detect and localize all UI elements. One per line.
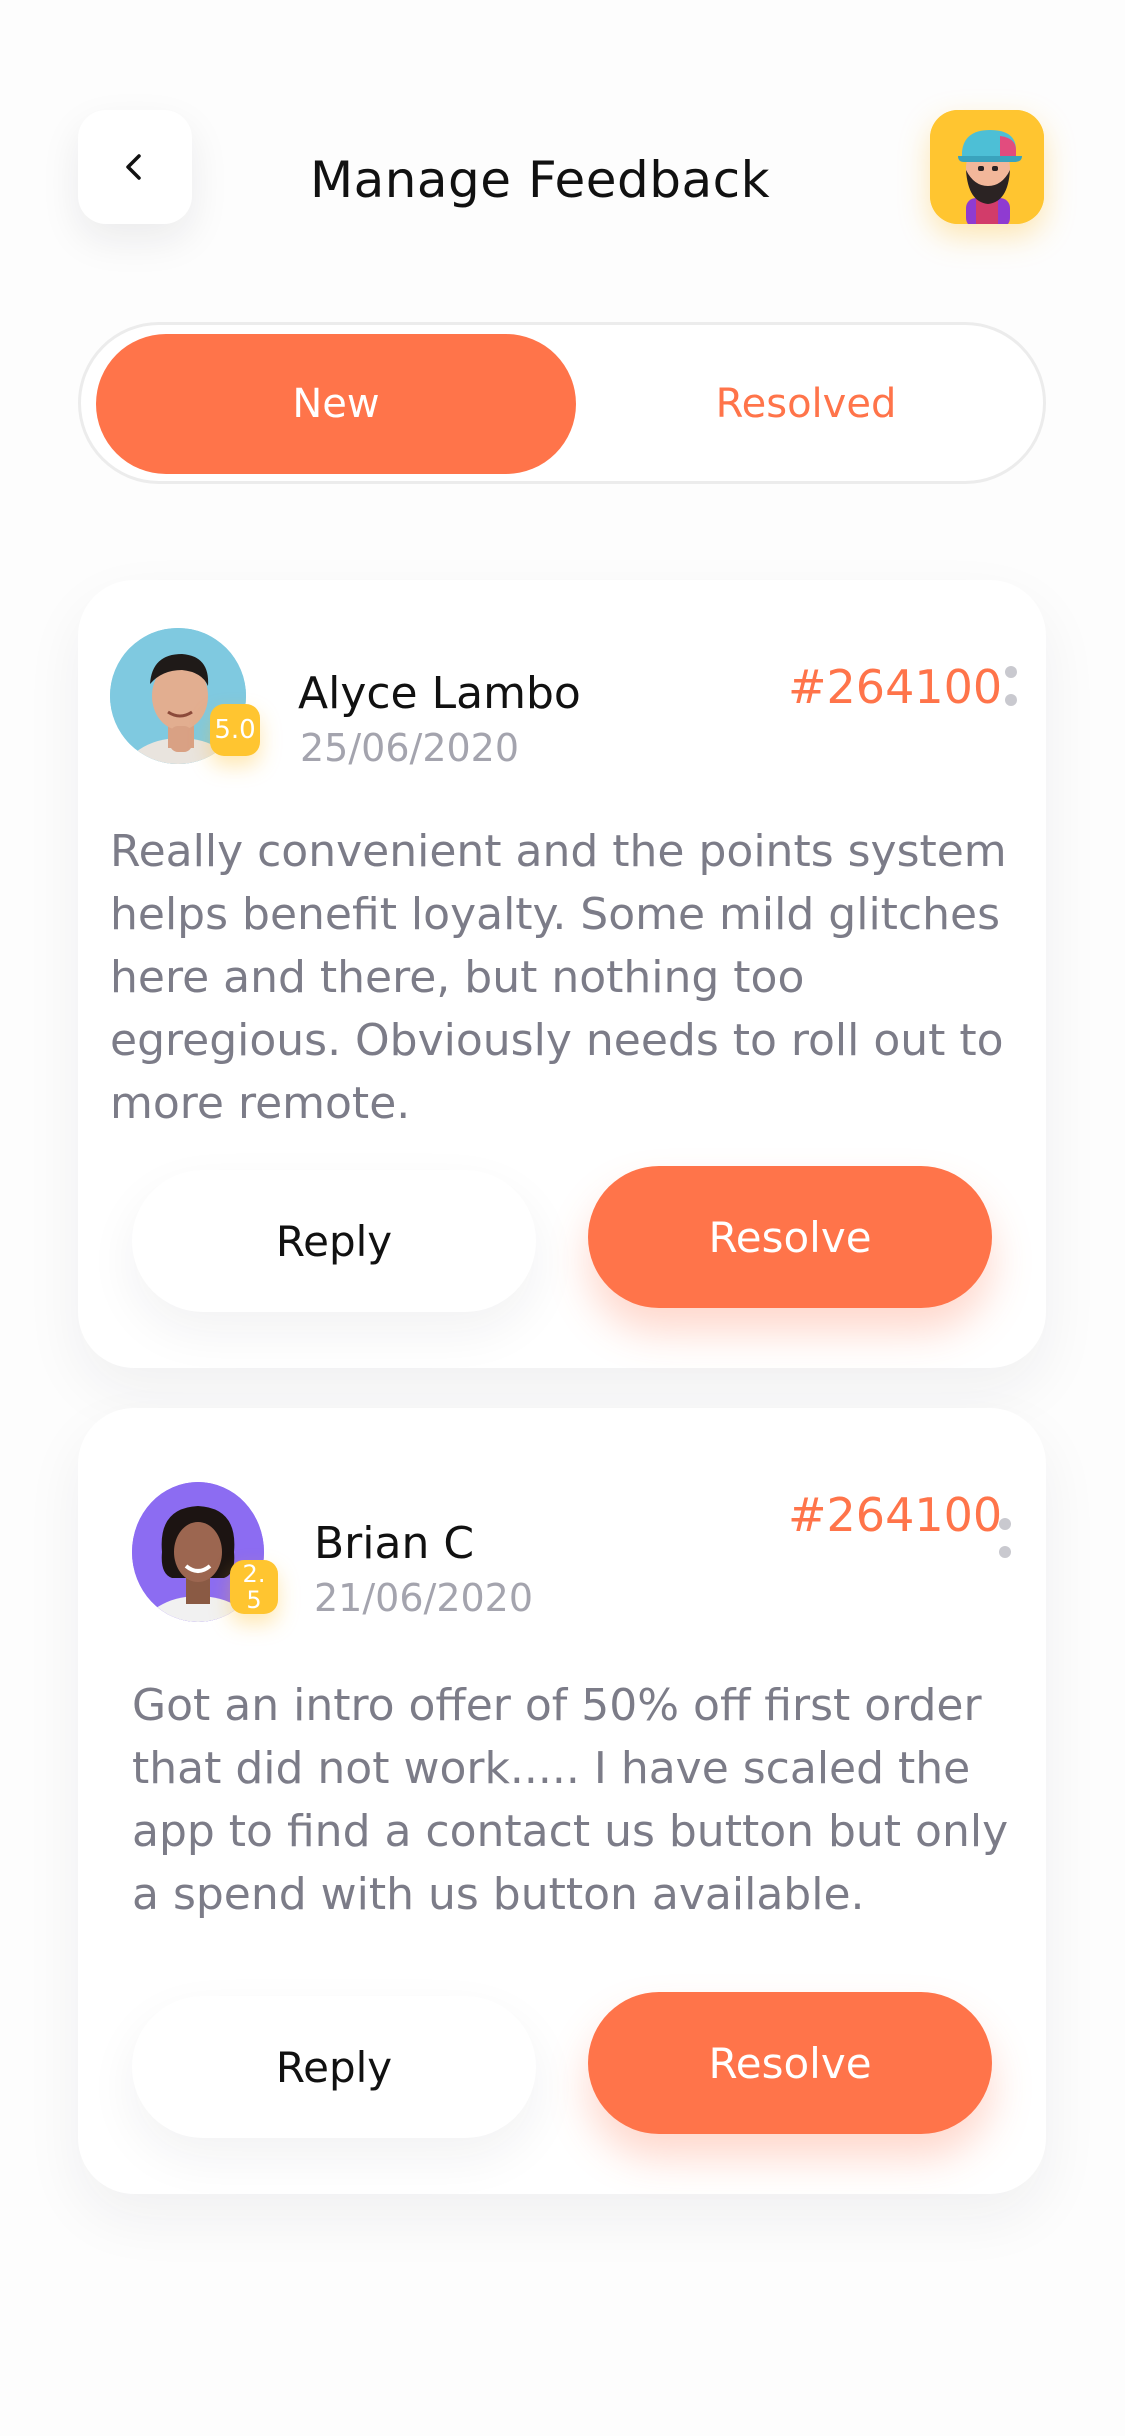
back-button[interactable]: [78, 110, 192, 224]
bearded-man-avatar-icon: [930, 110, 1044, 224]
dot-icon: [1005, 694, 1017, 706]
feedback-comment: Really convenient and the points system …: [110, 826, 1007, 1129]
manage-feedback-screen: Manage Feedback New Resolved 5.0 Alyce L…: [0, 0, 1125, 2436]
feedback-date: 25/06/2020: [300, 726, 520, 770]
feedback-card: 2.5 Brian C 21/06/2020 #264100 Got an in…: [78, 1408, 1046, 2194]
tab-resolved[interactable]: Resolved: [571, 334, 1041, 474]
resolve-button[interactable]: Resolve: [588, 1166, 992, 1308]
feedback-comment: Got an intro offer of 50% off first orde…: [132, 1680, 1009, 1920]
profile-avatar[interactable]: [930, 110, 1044, 224]
reply-button[interactable]: Reply: [132, 1170, 536, 1312]
reply-button[interactable]: Reply: [132, 1996, 536, 2138]
ticket-id: #264100: [788, 660, 1003, 714]
page-title: Manage Feedback: [309, 151, 771, 209]
feedback-status-tabs: New Resolved: [78, 322, 1046, 484]
resolve-button[interactable]: Resolve: [588, 1992, 992, 2134]
rating-badge: 2.5: [230, 1560, 278, 1614]
dot-icon: [999, 1546, 1011, 1558]
chevron-left-icon: [126, 154, 141, 180]
feedback-card: 5.0 Alyce Lambo 25/06/2020 #264100 Reall…: [78, 580, 1046, 1368]
more-options-button[interactable]: [990, 1518, 1020, 1558]
dot-icon: [1005, 666, 1017, 678]
customer-name: Alyce Lambo: [298, 668, 581, 719]
feedback-date: 21/06/2020: [314, 1576, 534, 1620]
rating-badge: 5.0: [210, 704, 260, 756]
ticket-id: #264100: [788, 1488, 1003, 1542]
tab-new[interactable]: New: [96, 334, 576, 474]
customer-name: Brian C: [314, 1518, 475, 1569]
more-options-button[interactable]: [996, 666, 1026, 706]
dot-icon: [999, 1518, 1011, 1530]
